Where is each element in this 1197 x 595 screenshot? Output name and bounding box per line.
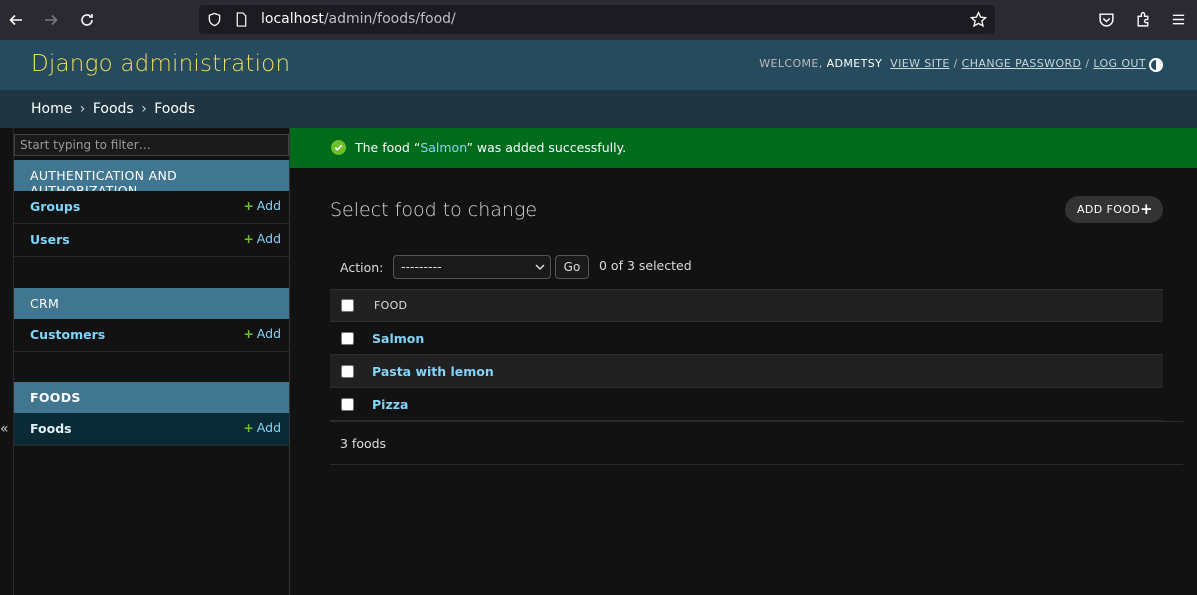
plus-icon: + [243,420,254,435]
shield-icon [208,12,221,27]
add-label: Add [256,326,281,341]
sidebar-item-customers[interactable]: Customers + Add [14,319,289,352]
check-circle-icon [331,140,346,155]
plus-icon: + [243,326,254,341]
add-food-label: ADD FOOD [1077,203,1141,216]
reload-icon [81,14,93,26]
select-all-checkbox[interactable] [341,299,354,312]
plus-icon: + [243,231,254,246]
url-text: localhost/admin/foods/food/ [261,11,456,27]
plus-icon: + [243,198,254,213]
breadcrumb-separator: › [141,101,147,117]
table-row: Salmon [330,322,1163,355]
row-checkbox[interactable] [341,332,354,345]
table-row: Pasta with lemon [330,355,1163,388]
site-header: Django administration WELCOME, ADMETSY V… [0,40,1197,90]
message-prefix: The food “ [355,140,421,155]
food-link[interactable]: Salmon [372,331,424,346]
page-icon [236,12,247,27]
breadcrumb-separator: › [79,101,86,117]
theme-toggle-icon[interactable] [1149,58,1163,72]
log-out-link[interactable]: LOG OUT [1093,57,1146,70]
bookmark-star-icon[interactable] [970,11,987,28]
module-caption-auth[interactable]: AUTHENTICATION AND AUTHORIZATION [14,160,289,198]
model-link-users[interactable]: Users [30,232,70,247]
extensions-icon[interactable] [1135,11,1152,28]
add-users-link[interactable]: + Add [243,231,281,246]
nav-filter-input[interactable] [14,134,289,156]
browser-toolbar: localhost/admin/foods/food/ [0,0,1197,40]
action-label: Action: [340,260,384,275]
action-selected-value: --------- [401,259,442,274]
breadcrumb-app[interactable]: Foods [93,101,134,117]
separator: / [953,57,958,70]
site-name[interactable]: Django administration [31,51,290,77]
add-groups-link[interactable]: + Add [243,198,281,213]
module-caption-crm[interactable]: CRM [14,288,289,319]
row-checkbox[interactable] [341,398,354,411]
action-select[interactable]: --------- [393,255,551,279]
model-link-groups[interactable]: Groups [30,199,80,214]
url-path: /admin/foods/food/ [323,11,456,27]
nav-sidebar: « AUTHENTICATION AND AUTHORIZATION Group… [0,128,290,595]
change-password-link[interactable]: CHANGE PASSWORD [962,57,1082,70]
go-button[interactable]: Go [555,255,589,279]
add-customers-link[interactable]: + Add [243,326,281,341]
paginator: 3 foods [330,421,1183,465]
url-host: localhost [261,11,324,27]
view-site-link[interactable]: VIEW SITE [890,57,950,70]
url-bar[interactable]: localhost/admin/foods/food/ [199,5,995,34]
collapse-sidebar-icon[interactable]: « [0,421,9,437]
food-link[interactable]: Pizza [372,397,408,412]
selection-counter: 0 of 3 selected [599,258,692,273]
food-link[interactable]: Pasta with lemon [372,364,494,379]
sidebar-item-foods[interactable]: Foods + Add [14,413,289,446]
add-label: Add [256,231,281,246]
add-food-button[interactable]: ADD FOOD + [1065,196,1163,223]
sidebar-item-groups[interactable]: Groups + Add [14,191,289,224]
add-foods-link[interactable]: + Add [243,420,281,435]
added-object-link[interactable]: Salmon [420,140,466,155]
breadcrumb: Home › Foods › Foods [0,90,1197,128]
back-button[interactable] [5,9,27,31]
reload-button[interactable] [76,9,98,31]
column-header-food[interactable]: FOOD [374,299,407,312]
model-link-customers[interactable]: Customers [30,327,105,342]
sidebar-item-users[interactable]: Users + Add [14,224,289,257]
table-header: FOOD [330,289,1163,322]
model-link-foods[interactable]: Foods [30,421,72,436]
sidebar-toggle-strip[interactable] [0,128,14,595]
add-label: Add [256,198,281,213]
plus-icon: + [1140,200,1153,218]
arrow-right-icon [45,14,58,26]
menu-icon[interactable] [1171,12,1186,27]
pocket-icon[interactable] [1098,11,1115,28]
username: ADMETSY [826,57,883,70]
actions-bar: Action: --------- Go 0 of 3 selected [330,250,1163,290]
success-message: The food “Salmon” was added successfully… [290,128,1197,168]
table-row: Pizza [330,388,1163,421]
chevron-down-icon [535,264,545,271]
forward-button[interactable] [40,9,62,31]
module-caption-foods[interactable]: FOODS [14,382,289,413]
separator: / [1085,57,1090,70]
success-text: The food “Salmon” was added successfully… [355,140,626,155]
user-tools: WELCOME, ADMETSY VIEW SITE / CHANGE PASS… [759,57,1146,70]
message-suffix: ” was added successfully. [466,140,627,155]
breadcrumb-home[interactable]: Home [31,101,72,117]
row-checkbox[interactable] [341,365,354,378]
page-title: Select food to change [330,199,538,221]
breadcrumb-current: Foods [154,101,196,117]
add-label: Add [256,420,281,435]
welcome-text: WELCOME, [759,57,823,70]
arrow-left-icon [9,14,22,26]
